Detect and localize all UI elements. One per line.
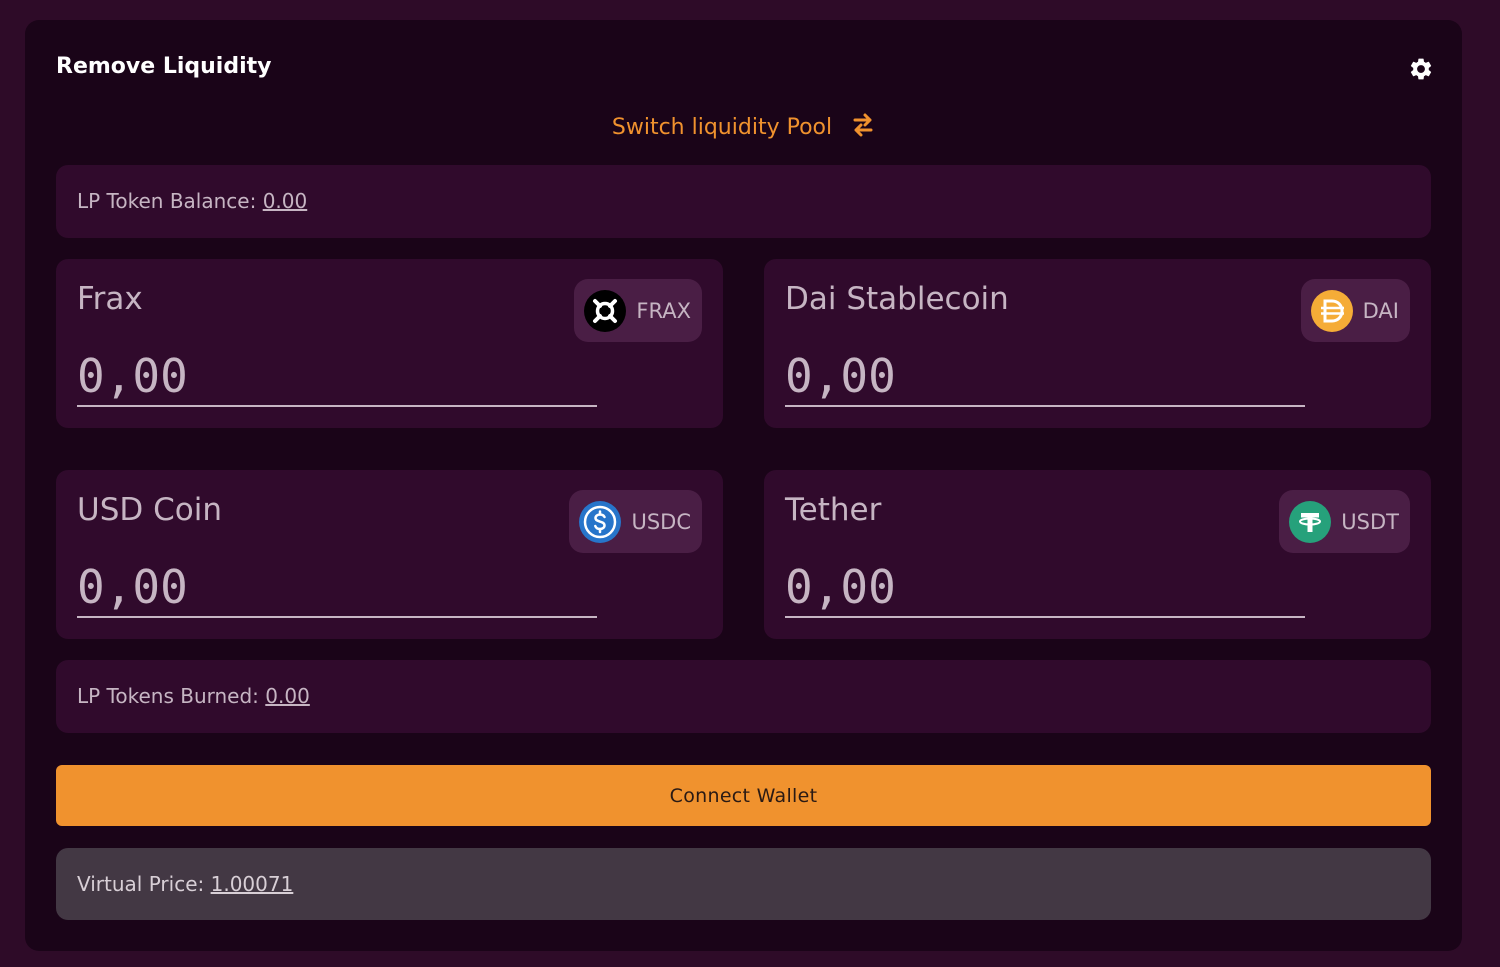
lp-burned-label: LP Tokens Burned: [77,684,259,708]
token-symbol: FRAX [636,298,691,323]
usdt-icon [1289,500,1332,543]
token-card-dai: Dai Stablecoin DAI [764,259,1431,428]
switch-pool-link[interactable]: Switch liquidity Pool [25,112,1462,140]
virtual-price-label: Virtual Price: [77,872,205,896]
token-symbol: USDT [1341,509,1399,534]
usdc-icon [579,500,622,543]
remove-liquidity-panel: Remove Liquidity Switch liquidity Pool L… [25,20,1462,951]
connect-wallet-button[interactable]: Connect Wallet [56,765,1431,826]
swap-arrows-icon [853,113,873,137]
lp-balance-value[interactable]: 0.00 [263,189,308,213]
virtual-price-value[interactable]: 1.00071 [211,872,294,896]
gear-icon[interactable] [1408,56,1434,82]
frax-icon [584,289,627,332]
lp-burned-value[interactable]: 0.00 [265,684,310,708]
switch-pool-label: Switch liquidity Pool [611,115,833,140]
token-name: Tether [785,492,882,528]
token-name: Frax [77,281,143,317]
token-selector-frax[interactable]: FRAX [574,279,702,342]
lp-tokens-burned: LP Tokens Burned: 0.00 [56,660,1431,733]
lp-token-balance: LP Token Balance: 0.00 [56,165,1431,238]
token-selector-usdt[interactable]: USDT [1279,490,1410,553]
lp-balance-label: LP Token Balance: [77,189,257,213]
dai-amount-input[interactable] [785,347,1305,407]
token-selector-dai[interactable]: DAI [1300,279,1410,342]
token-name: Dai Stablecoin [785,281,1009,317]
token-selector-usdc[interactable]: USDC [569,490,702,553]
page-title: Remove Liquidity [56,54,272,79]
usdc-amount-input[interactable] [77,558,597,618]
token-name: USD Coin [77,492,222,528]
dai-icon [1310,289,1353,332]
frax-amount-input[interactable] [77,347,597,407]
virtual-price: Virtual Price: 1.00071 [56,848,1431,920]
token-symbol: DAI [1362,298,1399,323]
token-card-frax: Frax FRAX [56,259,723,428]
token-card-usdt: Tether USDT [764,470,1431,639]
usdt-amount-input[interactable] [785,558,1305,618]
token-symbol: USDC [631,509,691,534]
token-card-usdc: USD Coin USDC [56,470,723,639]
